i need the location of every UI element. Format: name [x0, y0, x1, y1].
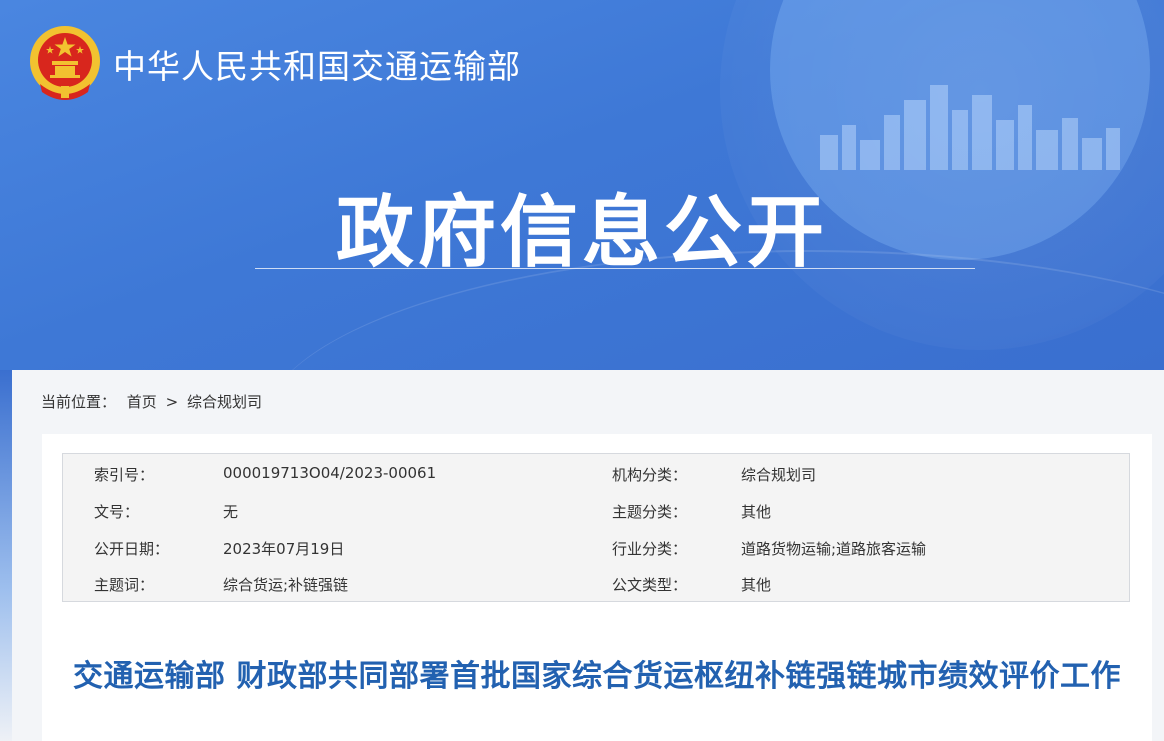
breadcrumb-dept-link[interactable]: 综合规划司: [187, 391, 262, 412]
breadcrumb-separator: >: [165, 393, 179, 411]
header-banner: 中华人民共和国交通运输部 政府信息公开: [0, 0, 1164, 370]
meta-doctype-label: 公文类型：: [612, 576, 688, 594]
meta-industry-value: 道路货物运输;道路旅客运输: [741, 540, 927, 558]
site-title[interactable]: 中华人民共和国交通运输部: [113, 40, 521, 88]
meta-org-label: 机构分类：: [612, 466, 688, 484]
meta-docno-value: 无: [223, 503, 239, 521]
title-divider: [255, 268, 975, 269]
meta-industry-label: 行业分类：: [612, 540, 688, 558]
meta-keywords-label: 主题词：: [94, 576, 155, 594]
article-title: 交通运输部 财政部共同部署首批国家综合货运枢纽补链强链城市绩效评价工作: [73, 659, 1121, 694]
meta-docno-label: 文号：: [94, 503, 140, 521]
meta-index-label: 索引号：: [94, 466, 155, 484]
meta-index-value: 000019713O04/2023-00061: [223, 464, 437, 482]
decor-strip: [0, 370, 12, 741]
meta-topic-value: 其他: [741, 503, 772, 521]
meta-doctype-value: 其他: [741, 576, 772, 594]
section-title: 政府信息公开: [335, 188, 828, 278]
breadcrumb-home-link[interactable]: 首页: [127, 391, 157, 412]
national-emblem-icon: [30, 26, 100, 100]
meta-org-value: 综合规划司: [741, 466, 817, 484]
breadcrumb: 当前位置： 首页 > 综合规划司: [41, 391, 262, 412]
meta-date-label: 公开日期：: [94, 540, 170, 558]
meta-keywords-value: 综合货运;补链强链: [223, 576, 349, 594]
meta-date-value: 2023年07月19日: [223, 540, 345, 558]
breadcrumb-label: 当前位置：: [41, 393, 117, 411]
city-skyline-icon: [820, 85, 1120, 170]
meta-topic-label: 主题分类：: [612, 503, 688, 521]
